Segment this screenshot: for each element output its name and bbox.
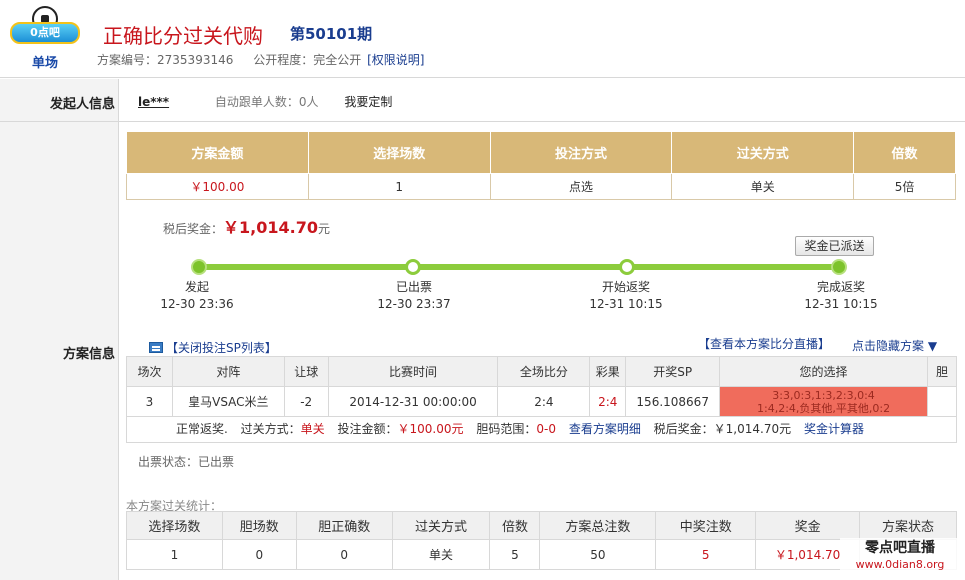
progress-step: 已出票 12-30 23:37 <box>377 280 451 311</box>
col-header: 您的选择 <box>719 356 928 387</box>
col-header: 倍数 <box>489 511 541 540</box>
publicity: 公开程度：完全公开 <box>253 53 362 67</box>
watermark: 零点吧直播 www.0dian8.org <box>840 538 960 576</box>
auto-follow-count: 自动跟单人数：0人 <box>214 95 319 109</box>
progress-node <box>619 259 635 275</box>
col-header: 对阵 <box>171 356 285 387</box>
col-header: 中奖注数 <box>655 511 757 540</box>
progress-step: 开始返奖 12-31 10:15 <box>589 280 663 311</box>
draw-sp: 156.108667 <box>625 386 721 417</box>
banker-range: 胆码范围：0-0 <box>476 422 556 436</box>
summary-header: 方案金额 <box>126 131 309 174</box>
after-tax-prize: 税后奖金：￥1,014.70元 <box>163 218 330 237</box>
permission-link[interactable]: [权限说明] <box>367 53 424 67</box>
col-header: 全场比分 <box>497 356 591 387</box>
plan-summary-table: 方案金额 选择场数 投注方式 过关方式 倍数 ￥100.00 1 点选 单关 5… <box>126 131 956 200</box>
issue-number: 第50101期 <box>290 25 373 43</box>
bet-method: 点选 <box>489 173 673 200</box>
page-title: 正确比分过关代购 <box>103 24 263 48</box>
logo-text: 单场 <box>32 56 59 71</box>
ticket-status: 出票状态：已出票 <box>138 455 235 469</box>
summary-header-row: 方案金额 选择场数 投注方式 过关方式 倍数 <box>126 131 956 174</box>
plan-info-label: 方案信息 <box>62 347 115 362</box>
plan-meta: 方案编号：2735393146 公开程度：完全公开 [权限说明] <box>97 51 440 68</box>
table-row: 1 0 0 单关 5 50 5 ￥1,014.70 <box>126 539 957 570</box>
match-no: 3 <box>126 386 173 417</box>
stat-winning-bets: 5 <box>655 539 757 570</box>
initiator-info: le*** 自动跟单人数：0人 我要定制 <box>138 93 392 110</box>
view-plan-detail-link[interactable]: 查看方案明细 <box>569 422 641 436</box>
summary-header: 投注方式 <box>489 131 673 174</box>
after-tax-amount: ￥1,014.70 <box>223 218 318 237</box>
col-header: 过关方式 <box>391 511 491 540</box>
plan-number: 方案编号：2735393146 <box>97 53 234 67</box>
stat-banker-count: 0 <box>221 539 297 570</box>
col-header: 方案总注数 <box>539 511 657 540</box>
pass-type: 过关方式：单关 <box>240 422 325 436</box>
col-header: 场次 <box>126 356 173 387</box>
logo-banner: 0点吧 <box>10 22 80 44</box>
col-header: 胆场数 <box>221 511 297 540</box>
prize-sent-button[interactable]: 奖金已派送 <box>795 236 874 256</box>
summary-header: 选择场数 <box>307 131 491 174</box>
stat-banker-correct: 0 <box>295 539 393 570</box>
section-divider <box>0 121 965 122</box>
selection-header-row: 场次 对阵 让球 比赛时间 全场比分 彩果 开奖SP 您的选择 胆 <box>126 356 958 387</box>
lottery-result: 2:4 <box>589 386 627 417</box>
pass-method: 单关 <box>671 173 855 200</box>
col-header: 选择场数 <box>126 511 223 540</box>
progress-step: 发起 12-30 23:36 <box>160 280 234 311</box>
prize-calculator-link[interactable]: 奖金计算器 <box>804 422 864 436</box>
stats-header-row: 选择场数 胆场数 胆正确数 过关方式 倍数 方案总注数 中奖注数 奖金 方案状态 <box>126 511 957 540</box>
match-time: 2014-12-31 00:00:00 <box>327 386 499 417</box>
col-header: 彩果 <box>589 356 627 387</box>
col-header: 胆 <box>926 356 958 387</box>
col-header: 胆正确数 <box>295 511 393 540</box>
handicap: -2 <box>283 386 329 417</box>
summary-value-row: ￥100.00 1 点选 单关 5倍 <box>126 173 956 200</box>
custom-follow-link[interactable]: 我要定制 <box>344 95 392 109</box>
selection-details: 正常返奖. 过关方式：单关 投注金额：￥100.00元 胆码范围：0-0 查看方… <box>126 416 957 443</box>
selection-table: 场次 对阵 让球 比赛时间 全场比分 彩果 开奖SP 您的选择 胆 3 皇马VS… <box>126 356 958 417</box>
hide-plan-link[interactable]: 点击隐藏方案 ▼ <box>852 337 937 354</box>
your-choice: 3:3,0:3,1:3,2:3,0:4 1:4,2:4,负其他,平其他,0:2 <box>719 386 928 417</box>
bet-amount: 投注金额：￥100.00元 <box>337 422 464 436</box>
multiplier: 5倍 <box>853 173 956 200</box>
close-sp-list-link[interactable]: 【关闭投注SP列表】 <box>149 339 277 356</box>
payout-status: 正常返奖. <box>176 422 228 436</box>
initiator-name[interactable]: le*** <box>138 95 169 109</box>
match-teams[interactable]: 皇马VSAC米兰 <box>171 386 285 417</box>
stat-multiplier: 5 <box>489 539 541 570</box>
stat-match-count: 1 <box>126 539 223 570</box>
progress-node-filled <box>191 259 207 275</box>
col-header: 奖金 <box>755 511 861 540</box>
stat-total-bets: 50 <box>539 539 657 570</box>
live-score-link[interactable]: 【查看本方案比分直播】 <box>698 335 830 352</box>
stat-pass-method: 单关 <box>391 539 491 570</box>
match-count: 1 <box>307 173 491 200</box>
col-header: 让球 <box>283 356 329 387</box>
col-header: 方案状态 <box>859 511 957 540</box>
summary-header: 倍数 <box>853 131 956 174</box>
page-header: 0点吧 单场 正确比分过关代购 第50101期 方案编号：2735393146 … <box>0 0 965 78</box>
full-score: 2:4 <box>497 386 591 417</box>
site-logo[interactable]: 0点吧 单场 <box>6 4 84 72</box>
progress-track <box>199 264 839 270</box>
detail-after-tax: 税后奖金：￥1,014.70元 <box>653 422 792 436</box>
label-column <box>0 79 119 580</box>
table-row: 3 皇马VSAC米兰 -2 2014-12-31 00:00:00 2:4 2:… <box>126 386 958 417</box>
banker <box>926 386 958 417</box>
list-icon <box>149 342 163 353</box>
col-header: 比赛时间 <box>327 356 499 387</box>
pass-stats-table: 选择场数 胆场数 胆正确数 过关方式 倍数 方案总注数 中奖注数 奖金 方案状态… <box>126 511 957 570</box>
initiator-label: 发起人信息 <box>49 97 115 112</box>
plan-amount: ￥100.00 <box>126 173 309 200</box>
progress-node <box>405 259 421 275</box>
summary-header: 过关方式 <box>671 131 855 174</box>
progress-node-filled <box>831 259 847 275</box>
col-header: 开奖SP <box>625 356 721 387</box>
progress-step: 完成返奖 12-31 10:15 <box>804 280 878 311</box>
